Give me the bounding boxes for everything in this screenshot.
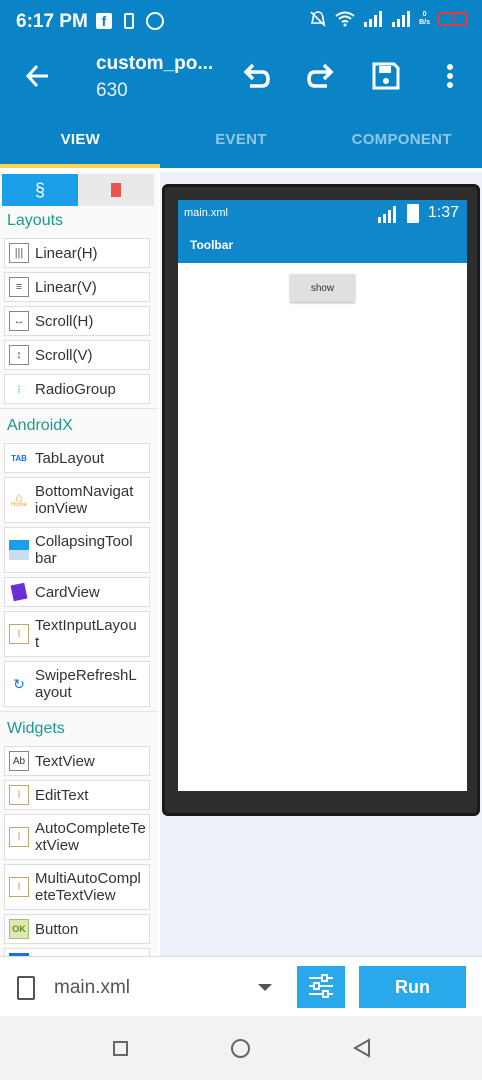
cardview-icon (10, 582, 28, 602)
palette-item-scroll-v[interactable]: ↕ Scroll(V) (4, 340, 150, 370)
messenger-icon (146, 12, 164, 30)
palette-item-tablayout[interactable]: TAB TabLayout (4, 443, 150, 473)
palette-item-collapsing-toolbar[interactable]: CollapsingTool bar (4, 527, 150, 573)
radiogroup-icon: ⁝ (17, 383, 21, 396)
network-speed: 0 B/s (419, 11, 430, 26)
linear-v-icon: ≡ (9, 277, 29, 297)
redo-icon[interactable] (305, 60, 337, 92)
file-icon (17, 976, 35, 1000)
system-nav-bar (0, 1016, 482, 1080)
multi-autocomplete-icon: I (9, 877, 29, 897)
design-canvas: main.xml 1:37 Toolbar show (160, 172, 482, 956)
widgets-icon: § (34, 179, 45, 200)
palette-tabs: § (2, 172, 154, 206)
divider (0, 711, 158, 712)
palette-item-multi-autocomplete[interactable]: I MultiAutoCompl eteTextView (4, 864, 150, 910)
project-id: 630 (96, 80, 128, 101)
textview-icon: Ab (9, 751, 29, 771)
phone-icon (124, 13, 134, 29)
autocomplete-icon: I (9, 827, 29, 847)
edittext-icon: I (9, 785, 29, 805)
palette-item-swipe-refresh-layout[interactable]: ↻ SwipeRefreshL ayout (4, 661, 150, 707)
battery-icon (407, 204, 419, 223)
palette-item-radiogroup[interactable]: ⁝ RadioGroup (4, 374, 150, 404)
divider (0, 408, 158, 409)
preview-file-name: main.xml (184, 207, 229, 219)
status-time: 6:17 PM (16, 11, 88, 32)
scroll-v-icon: ↕ (9, 345, 29, 365)
palette-item-text-input-layout[interactable]: I TextInputLayou t (4, 611, 150, 657)
tab-bar: VIEW EVENT COMPONENT (0, 124, 482, 168)
tab-event[interactable]: EVENT (161, 124, 322, 168)
signal-icon (392, 11, 411, 27)
palette-item-scroll-h[interactable]: ↔ Scroll(H) (4, 306, 150, 336)
palette-item-material-button[interactable] (4, 948, 150, 956)
wifi-icon (335, 11, 355, 27)
chevron-down-icon[interactable] (258, 984, 272, 991)
widget-palette: § Layouts ||| Linear(H) ≡ Linear(V) ↔ Scrol… (0, 172, 158, 956)
palette-item-cardview[interactable]: CardView (4, 577, 150, 607)
file-selector[interactable]: main.xml (54, 977, 130, 999)
recents-icon[interactable] (113, 1041, 128, 1056)
tab-layout-icon: TAB (11, 453, 27, 463)
project-title: custom_po... (96, 53, 214, 74)
properties-button[interactable] (297, 966, 345, 1008)
preview-status-bar: main.xml 1:37 (178, 200, 467, 228)
home-icon[interactable] (231, 1039, 250, 1058)
preview-toolbar-title: Toolbar (190, 238, 234, 252)
tab-view[interactable]: VIEW (0, 124, 161, 168)
button-icon: OK (9, 919, 29, 939)
section-androidx: AndroidX (7, 417, 73, 434)
scroll-h-icon: ↔ (9, 311, 29, 331)
sliders-icon (309, 973, 333, 998)
facebook-icon: f (96, 13, 112, 29)
section-widgets: Widgets (7, 720, 65, 737)
signal-icon (378, 206, 396, 223)
refresh-icon: ↻ (13, 675, 25, 692)
bottom-bar: main.xml Run (0, 956, 482, 1016)
collapsing-toolbar-icon (9, 540, 29, 560)
app-bar: custom_po... 630 VIEW EVENT COMPONENT (0, 44, 482, 168)
palette-item-bottom-navigation[interactable]: ⌂ Home BottomNavigat ionView (4, 477, 150, 523)
battery-icon: 5 (438, 12, 468, 26)
tab-component[interactable]: COMPONENT (321, 124, 482, 168)
back-arrow-icon[interactable] (24, 62, 52, 90)
palette-tab-widgets[interactable]: § (2, 174, 78, 206)
text-input-icon: I (9, 624, 29, 644)
home-icon: ⌂ Home (10, 490, 27, 508)
status-bar: 6:17 PM f 0 B/s 5 (0, 0, 482, 44)
save-icon[interactable] (370, 60, 402, 92)
palette-item-linear-v[interactable]: ≡ Linear(V) (4, 272, 150, 302)
preview-time: 1:37 (427, 204, 459, 221)
back-icon[interactable] (352, 1038, 372, 1058)
section-layouts: Layouts (7, 212, 64, 229)
linear-h-icon: ||| (9, 243, 29, 263)
palette-tab-bookmark[interactable] (78, 174, 154, 206)
device-frame: main.xml 1:37 Toolbar show (162, 184, 480, 816)
status-left-icons: f (96, 12, 164, 30)
run-button[interactable]: Run (359, 966, 466, 1008)
undo-icon[interactable] (240, 60, 272, 92)
tab-indicator (0, 164, 160, 168)
palette-item-textview[interactable]: Ab TextView (4, 746, 150, 776)
status-right-icons: 0 B/s 5 (309, 10, 468, 28)
device-screen: main.xml 1:37 Toolbar show (178, 200, 467, 791)
palette-item-button[interactable]: OK Button (4, 914, 150, 944)
more-vert-icon[interactable] (434, 60, 466, 92)
bookmark-icon (111, 183, 121, 197)
mute-icon (310, 11, 326, 27)
preview-show-button[interactable]: show (290, 274, 355, 302)
palette-item-autocomplete[interactable]: I AutoCompleteTe xtView (4, 814, 150, 860)
palette-item-linear-h[interactable]: ||| Linear(H) (4, 238, 150, 268)
preview-toolbar: Toolbar (178, 228, 467, 263)
palette-item-edittext[interactable]: I EditText (4, 780, 150, 810)
signal-icon (364, 11, 383, 27)
